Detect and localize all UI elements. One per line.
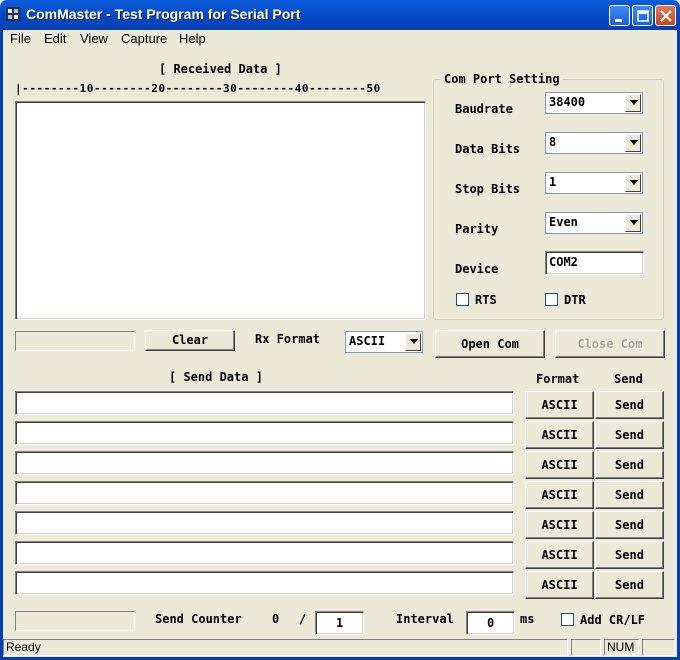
send-counter-separator: / — [299, 612, 307, 626]
device-label: Device — [455, 262, 499, 276]
rx-format-dropdown[interactable] — [405, 333, 421, 351]
interval-unit: ms — [520, 612, 535, 626]
stopbits-value: 1 — [549, 175, 557, 189]
title-bar[interactable]: ComMaster - Test Program for Serial Port — [0, 0, 680, 30]
row-send-button[interactable]: Send — [595, 511, 664, 539]
received-data-textarea[interactable] — [15, 101, 426, 320]
chevron-down-icon — [630, 100, 638, 105]
close-com-button[interactable]: Close Com — [555, 330, 665, 358]
menu-edit[interactable]: Edit — [44, 31, 66, 46]
dtr-checkbox[interactable] — [545, 293, 558, 306]
parity-dropdown[interactable] — [625, 214, 641, 232]
stopbits-label: Stop Bits — [455, 182, 521, 196]
menu-help[interactable]: Help — [179, 31, 206, 46]
row-send-button[interactable]: Send — [595, 451, 664, 479]
databits-label: Data Bits — [455, 142, 521, 156]
rx-format-select[interactable]: ASCII — [345, 331, 423, 353]
stopbits-dropdown[interactable] — [625, 174, 641, 192]
send-counter-total: 1 — [336, 616, 344, 630]
interval-value: 0 — [487, 616, 495, 630]
close-window-button[interactable] — [655, 5, 676, 26]
row-send-button[interactable]: Send — [595, 571, 664, 599]
app-icon — [6, 7, 20, 21]
baudrate-select[interactable]: 38400 — [545, 92, 643, 114]
rts-checkbox[interactable] — [456, 293, 469, 306]
row-format-button[interactable]: ASCII — [525, 391, 594, 419]
baudrate-value: 38400 — [549, 95, 586, 109]
send-counter-value: 0 — [272, 612, 280, 626]
row-format-button[interactable]: ASCII — [525, 541, 594, 569]
device-value: COM2 — [549, 255, 578, 269]
com-port-group-label: Com Port Setting — [441, 72, 563, 86]
chevron-down-icon — [630, 220, 638, 225]
send-data-label: [ Send Data ] — [169, 370, 263, 384]
send-data-input[interactable] — [15, 481, 514, 505]
send-data-input[interactable] — [15, 421, 514, 445]
send-counter-label: Send Counter — [155, 612, 242, 626]
row-format-button[interactable]: ASCII — [525, 421, 594, 449]
send-data-input[interactable] — [15, 391, 514, 415]
row-send-button[interactable]: Send — [595, 541, 664, 569]
parity-label: Parity — [455, 222, 499, 236]
status-num: NUM — [604, 639, 639, 656]
status-scroll-pane — [642, 639, 675, 656]
row-send-button[interactable]: Send — [595, 421, 664, 449]
row-send-button[interactable]: Send — [595, 391, 664, 419]
databits-dropdown[interactable] — [625, 134, 641, 152]
baudrate-label: Baudrate — [455, 102, 513, 116]
send-column-header: Send — [614, 372, 643, 386]
send-data-input[interactable] — [15, 571, 514, 595]
stopbits-select[interactable]: 1 — [545, 172, 643, 194]
row-format-button[interactable]: ASCII — [525, 511, 594, 539]
send-data-input[interactable] — [15, 541, 514, 565]
received-progress-field — [15, 331, 135, 351]
menu-capture[interactable]: Capture — [121, 31, 167, 46]
minimize-icon — [615, 19, 622, 22]
send-counter-total-input[interactable]: 1 — [315, 611, 364, 635]
menu-bar: File Edit View Capture Help — [3, 30, 677, 48]
chevron-down-icon — [630, 180, 638, 185]
rts-label: RTS — [475, 293, 497, 307]
interval-label: Interval — [396, 612, 454, 626]
send-data-input[interactable] — [15, 511, 514, 535]
window-title: ComMaster - Test Program for Serial Port — [26, 6, 301, 22]
status-bar: Ready NUM — [3, 637, 677, 657]
clear-button[interactable]: Clear — [145, 330, 235, 351]
databits-value: 8 — [549, 135, 557, 149]
parity-select[interactable]: Even — [545, 212, 643, 234]
menu-view[interactable]: View — [80, 31, 108, 46]
minimize-button[interactable] — [609, 5, 630, 26]
chevron-down-icon — [410, 339, 418, 344]
databits-select[interactable]: 8 — [545, 132, 643, 154]
parity-value: Even — [549, 215, 578, 229]
send-data-input[interactable] — [15, 451, 514, 475]
add-crlf-label: Add CR/LF — [580, 613, 646, 627]
maximize-icon — [637, 10, 649, 22]
rx-format-value: ASCII — [349, 334, 386, 348]
received-data-label: [ Received Data ] — [159, 62, 282, 76]
row-send-button[interactable]: Send — [595, 481, 664, 509]
column-ruler: |--------10--------20--------30--------4… — [15, 82, 381, 95]
open-com-button[interactable]: Open Com — [435, 330, 545, 358]
status-text: Ready — [3, 639, 568, 656]
format-column-header: Format — [536, 372, 580, 386]
row-format-button[interactable]: ASCII — [525, 481, 594, 509]
add-crlf-checkbox[interactable] — [561, 613, 574, 626]
row-format-button[interactable]: ASCII — [525, 451, 594, 479]
row-format-button[interactable]: ASCII — [525, 571, 594, 599]
send-progress-field — [15, 611, 135, 631]
dtr-label: DTR — [564, 293, 586, 307]
interval-input[interactable]: 0 — [466, 611, 515, 635]
maximize-button[interactable] — [632, 5, 653, 26]
close-icon — [660, 10, 672, 22]
device-input[interactable]: COM2 — [545, 251, 644, 275]
chevron-down-icon — [630, 140, 638, 145]
rx-format-label: Rx Format — [255, 332, 321, 346]
baudrate-dropdown[interactable] — [625, 94, 641, 112]
status-caps-pane — [571, 639, 601, 656]
menu-file[interactable]: File — [10, 31, 31, 46]
